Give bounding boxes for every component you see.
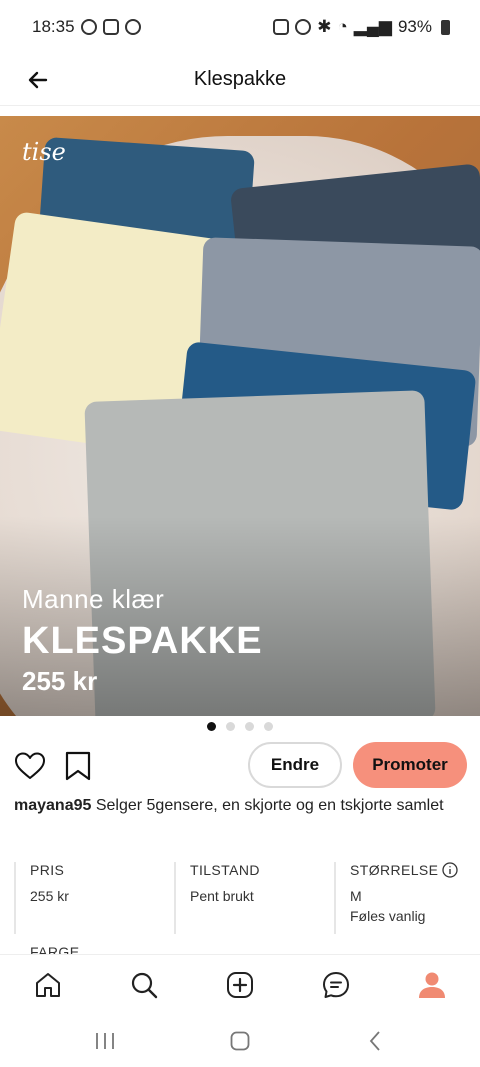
tise-logo: tise (22, 138, 66, 166)
nav-home[interactable] (28, 965, 68, 1005)
price-property: PRIS 255 kr (14, 862, 174, 934)
recent-apps-icon (96, 1033, 114, 1049)
wifi-icon: ◔ (337, 17, 348, 36)
home-system-button[interactable] (225, 1028, 255, 1054)
action-row: Endre Promoter (0, 740, 480, 792)
condition-property: TILSTAND Pent brukt (174, 862, 334, 934)
size-label-row: STØRRELSE (350, 862, 474, 878)
size-fit-note: Føles vanlig (350, 908, 426, 924)
seller-username[interactable]: mayana95 (14, 797, 91, 814)
back-button[interactable] (18, 60, 58, 100)
bottom-nav (0, 954, 480, 1014)
back-arrow-icon (28, 71, 48, 89)
carousel-indicator (0, 722, 480, 731)
status-bar: 18:35 ✱ ◔ ▂▄▆ 93% (0, 0, 480, 54)
carousel-dot[interactable] (245, 722, 254, 731)
nav-search[interactable] (124, 965, 164, 1005)
save-button[interactable] (58, 746, 98, 786)
listing-description: mayana95 Selger 5gensere, en skjorte og … (14, 794, 464, 818)
color-label: FARGE (30, 944, 80, 954)
signal-icon: ▂▄▆ (353, 17, 392, 36)
bookmark-icon (65, 751, 91, 781)
chat-icon (323, 972, 349, 998)
battery-icon (441, 19, 450, 35)
recent-apps-button[interactable] (90, 1028, 120, 1054)
back-system-button[interactable] (360, 1028, 390, 1054)
instagram-notification-icon (102, 19, 119, 35)
hero-price: 255 kr (22, 666, 98, 696)
nav-profile[interactable] (412, 965, 452, 1005)
page-title: Klespakke (193, 68, 287, 90)
price-label: PRIS (30, 862, 65, 878)
carousel-dot[interactable] (226, 722, 235, 731)
add-icon (227, 972, 253, 998)
alarm-icon (295, 19, 312, 35)
snapchat-notification-icon (80, 19, 97, 35)
size-property: STØRRELSE M Føles vanlig (334, 862, 474, 934)
status-left: 18:35 (32, 17, 141, 37)
size-value: M (350, 888, 362, 904)
like-button[interactable] (10, 746, 50, 786)
nav-add-listing[interactable] (220, 965, 260, 1005)
edit-button[interactable]: Endre (248, 742, 342, 788)
listing-properties: PRIS 255 kr TILSTAND Pent brukt STØRRELS… (0, 862, 480, 942)
search-icon (131, 972, 158, 999)
system-nav-bar (0, 1014, 480, 1067)
status-right: ✱ ◔ ▂▄▆ 93% (273, 17, 450, 37)
home-icon (36, 973, 60, 997)
size-label: STØRRELSE (350, 862, 439, 878)
activity-notification-icon (124, 19, 141, 35)
heart-icon (15, 752, 45, 779)
battery-percent: 93% (397, 17, 432, 36)
hero-subtitle: Manne klær (22, 584, 165, 614)
condition-value: Pent brukt (190, 888, 254, 904)
carousel-dot[interactable] (207, 722, 216, 731)
carousel-dot[interactable] (264, 722, 273, 731)
back-chevron-icon (369, 1031, 380, 1051)
bluetooth-icon: ✱ (317, 17, 332, 36)
listing-image[interactable]: tise Manne klær KLESPAKKE 255 kr (0, 116, 480, 716)
home-square-icon (230, 1031, 250, 1051)
price-value: 255 kr (30, 888, 69, 904)
condition-label: TILSTAND (190, 862, 260, 878)
nfc-icon (273, 19, 290, 35)
hero-title: KLESPAKKE (22, 620, 263, 662)
nav-messages[interactable] (316, 965, 356, 1005)
status-time: 18:35 (32, 17, 75, 36)
info-icon[interactable] (442, 862, 459, 878)
profile-icon (419, 972, 445, 998)
app-bar: Klespakke (0, 54, 480, 106)
description-text: Selger 5gensere, en skjorte og en tskjor… (91, 797, 444, 814)
promote-button[interactable]: Promoter (353, 742, 467, 788)
